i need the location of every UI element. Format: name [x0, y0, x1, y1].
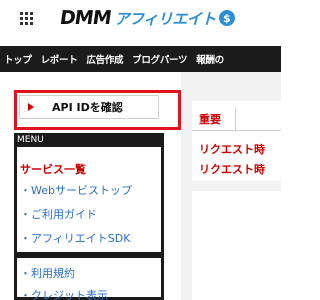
nav-item-report[interactable]: レポート — [41, 52, 78, 66]
menu-divider — [14, 252, 164, 258]
nav-item-blog-parts[interactable]: ブログパーツ — [132, 52, 187, 66]
menu-header: MENU — [14, 133, 164, 147]
api-id-confirm-button[interactable]: API IDを確認 — [19, 95, 159, 119]
tab-separator — [235, 108, 236, 130]
tab-underline — [192, 130, 281, 131]
menu-link-credits[interactable]: ・クレジット表示 — [20, 287, 108, 300]
nav-item-ad-create[interactable]: 広告作成 — [86, 52, 123, 66]
apps-grid-icon[interactable] — [20, 12, 34, 26]
logo-affiliate-text: アフィリエイト — [114, 9, 217, 28]
menu-link-webservice-top[interactable]: ・Webサービストップ — [20, 182, 132, 198]
logo-dmm-text: DMM — [58, 7, 113, 29]
logo-mark-icon: $ — [218, 10, 235, 26]
main-nav: トップ レポート 広告作成 ブログパーツ 報酬の — [0, 46, 281, 72]
tab-important[interactable]: 重要 — [199, 111, 221, 127]
dmm-affiliate-logo[interactable]: DMM アフィリエイト $ — [58, 6, 235, 30]
content-panel — [192, 191, 281, 300]
notice-item[interactable]: リクエスト時 — [199, 141, 265, 157]
menu-link-usage-guide[interactable]: ・ご利用ガイド — [20, 206, 97, 222]
api-id-confirm-label: API IDを確認 — [52, 101, 123, 114]
nav-item-top[interactable]: トップ — [4, 52, 32, 66]
arrow-right-icon — [28, 103, 34, 111]
menu-title: サービス一覧 — [20, 163, 86, 176]
nav-item-reward[interactable]: 報酬の — [196, 52, 224, 66]
menu-link-terms[interactable]: ・利用規約 — [20, 265, 75, 281]
menu-link-affiliate-sdk[interactable]: ・アフィリエイトSDK — [20, 230, 130, 246]
notice-item[interactable]: リクエスト時 — [199, 161, 265, 177]
header: DMM アフィリエイト $ — [0, 0, 281, 46]
